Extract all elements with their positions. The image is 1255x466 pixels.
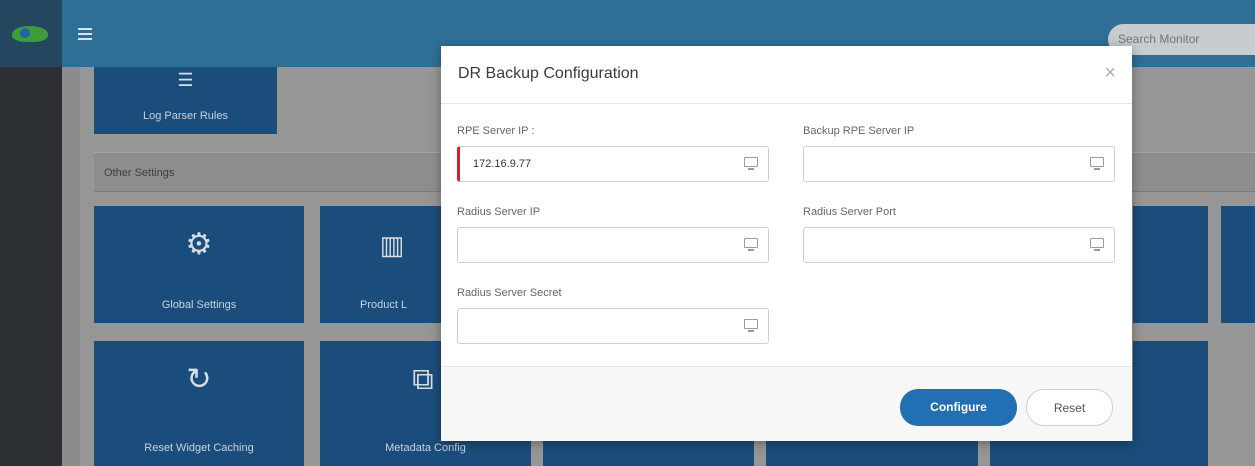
rpe-server-ip-field[interactable]: 172.16.9.77 bbox=[457, 146, 769, 182]
database-icon: ☰ bbox=[177, 70, 194, 90]
radius-server-port-label: Radius Server Port bbox=[803, 206, 896, 218]
tile-label: Global Settings bbox=[161, 299, 237, 311]
tile-label: Reset Widget Caching bbox=[144, 442, 254, 454]
tile-global-settings[interactable]: ⚙ Global Settings bbox=[94, 206, 304, 323]
copy-icon: ⧉ bbox=[412, 363, 434, 396]
radius-server-port-field[interactable] bbox=[803, 227, 1115, 263]
backup-rpe-server-ip-field[interactable] bbox=[803, 146, 1115, 182]
tile-label: Log Parser Rules bbox=[143, 110, 228, 122]
gears-icon: ⚙ bbox=[185, 228, 213, 261]
backup-rpe-server-ip-label: Backup RPE Server IP bbox=[803, 125, 915, 137]
rpe-server-ip-value: 172.16.9.77 bbox=[473, 158, 532, 170]
tile-partial-6[interactable] bbox=[1133, 341, 1208, 441]
tile-label: Metadata Config bbox=[385, 442, 466, 454]
menu-icon[interactable] bbox=[78, 28, 92, 40]
monitor-icon bbox=[1090, 238, 1104, 253]
tile-log-parser-rules[interactable]: ☰ Log Parser Rules bbox=[94, 67, 277, 134]
reset-button[interactable]: Reset bbox=[1026, 389, 1113, 426]
monitor-icon bbox=[744, 157, 758, 172]
tile-partial-4[interactable] bbox=[1133, 206, 1208, 323]
monitor-icon bbox=[744, 319, 758, 334]
radius-server-ip-label: Radius Server IP bbox=[457, 206, 541, 218]
tile-partial-5[interactable] bbox=[1221, 206, 1255, 323]
tile-reset-widget-caching[interactable]: ↻ Reset Widget Caching bbox=[94, 341, 304, 466]
monitor-icon bbox=[744, 238, 758, 253]
section-title: Other Settings bbox=[104, 167, 175, 179]
radius-server-ip-field[interactable] bbox=[457, 227, 769, 263]
configure-button[interactable]: Configure bbox=[900, 389, 1017, 426]
tile-partial-2[interactable] bbox=[766, 441, 978, 466]
left-side-rail bbox=[0, 67, 62, 466]
tile-product[interactable]: ▥ Product L bbox=[320, 206, 441, 323]
close-icon[interactable]: × bbox=[1104, 63, 1116, 83]
search-placeholder: Search Monitor bbox=[1118, 32, 1200, 46]
rpe-server-ip-label: RPE Server IP : bbox=[457, 125, 535, 137]
refresh-icon: ↻ bbox=[186, 363, 212, 396]
radius-server-secret-label: Radius Server Secret bbox=[457, 287, 562, 299]
tile-label: Product L bbox=[360, 299, 408, 311]
dr-backup-configuration-dialog: DR Backup Configuration × RPE Server IP … bbox=[441, 46, 1132, 441]
app-logo[interactable] bbox=[0, 0, 62, 67]
logo-green-mark bbox=[12, 26, 48, 42]
dialog-header: DR Backup Configuration × bbox=[441, 46, 1132, 104]
logo-blue-mark bbox=[20, 28, 30, 38]
dialog-footer: Configure Reset bbox=[441, 366, 1132, 441]
tile-partial-3[interactable] bbox=[990, 441, 1208, 466]
radius-server-secret-field[interactable] bbox=[457, 308, 769, 344]
barcode-icon: ▥ bbox=[379, 230, 405, 260]
dialog-title: DR Backup Configuration bbox=[458, 65, 639, 82]
tile-partial-1[interactable] bbox=[543, 441, 754, 466]
monitor-icon bbox=[1090, 157, 1104, 172]
